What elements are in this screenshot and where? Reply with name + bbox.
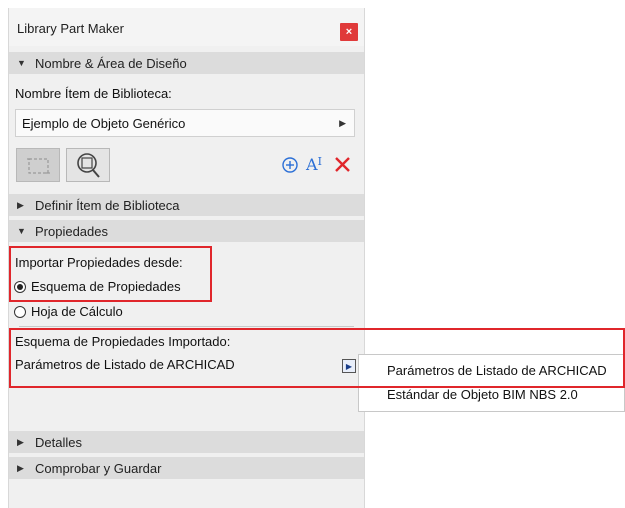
section-header-comprobar[interactable]: ▶ Comprobar y Guardar [9, 457, 364, 479]
collapse-triangle-icon: ▼ [17, 58, 26, 68]
add-circle-icon[interactable] [281, 156, 299, 174]
highlight-box-imported-schema [9, 328, 625, 388]
section-label: Comprobar y Guardar [35, 460, 162, 476]
magnifier-icon [77, 153, 100, 178]
library-item-name-field[interactable]: Ejemplo de Objeto Genérico ▶ [15, 109, 355, 137]
menu-item-nbs[interactable]: Estándar de Objeto BIM NBS 2.0 [387, 387, 578, 402]
expand-triangle-icon: ▶ [17, 199, 24, 210]
section-header-propiedades[interactable]: ▼ Propiedades [9, 220, 364, 242]
expand-triangle-icon: ▶ [17, 462, 24, 473]
text-style-icon[interactable]: AI [306, 155, 322, 174]
section-header-definir[interactable]: ▶ Definir Ítem de Biblioteca [9, 194, 364, 216]
dashed-rectangle-icon [27, 158, 50, 174]
library-item-name-value: Ejemplo de Objeto Genérico [22, 116, 186, 131]
window-title: Library Part Maker [17, 21, 124, 36]
divider [19, 326, 354, 327]
radio-hoja-label[interactable]: Hoja de Cálculo [31, 304, 123, 319]
section-label: Propiedades [35, 223, 108, 239]
expand-triangle-icon: ▶ [17, 436, 24, 447]
expand-arrow-icon: ▶ [339, 118, 346, 128]
section-label: Detalles [35, 434, 82, 450]
draw-area-button[interactable] [16, 148, 60, 182]
title-bar: Library Part Maker × [9, 8, 364, 46]
section-label: Nombre & Área de Diseño [35, 55, 187, 71]
section-header-nombre[interactable]: ▼ Nombre & Área de Diseño [9, 52, 364, 74]
library-item-name-label: Nombre Ítem de Biblioteca: [15, 86, 172, 101]
close-button[interactable]: × [340, 23, 358, 41]
highlight-box-import [9, 246, 212, 302]
section-header-detalles[interactable]: ▶ Detalles [9, 431, 364, 453]
zoom-area-button[interactable] [66, 148, 110, 182]
radio-hoja[interactable] [14, 306, 26, 318]
collapse-triangle-icon: ▼ [17, 226, 26, 236]
section-label: Definir Ítem de Biblioteca [35, 197, 180, 213]
delete-x-icon[interactable] [334, 156, 351, 173]
